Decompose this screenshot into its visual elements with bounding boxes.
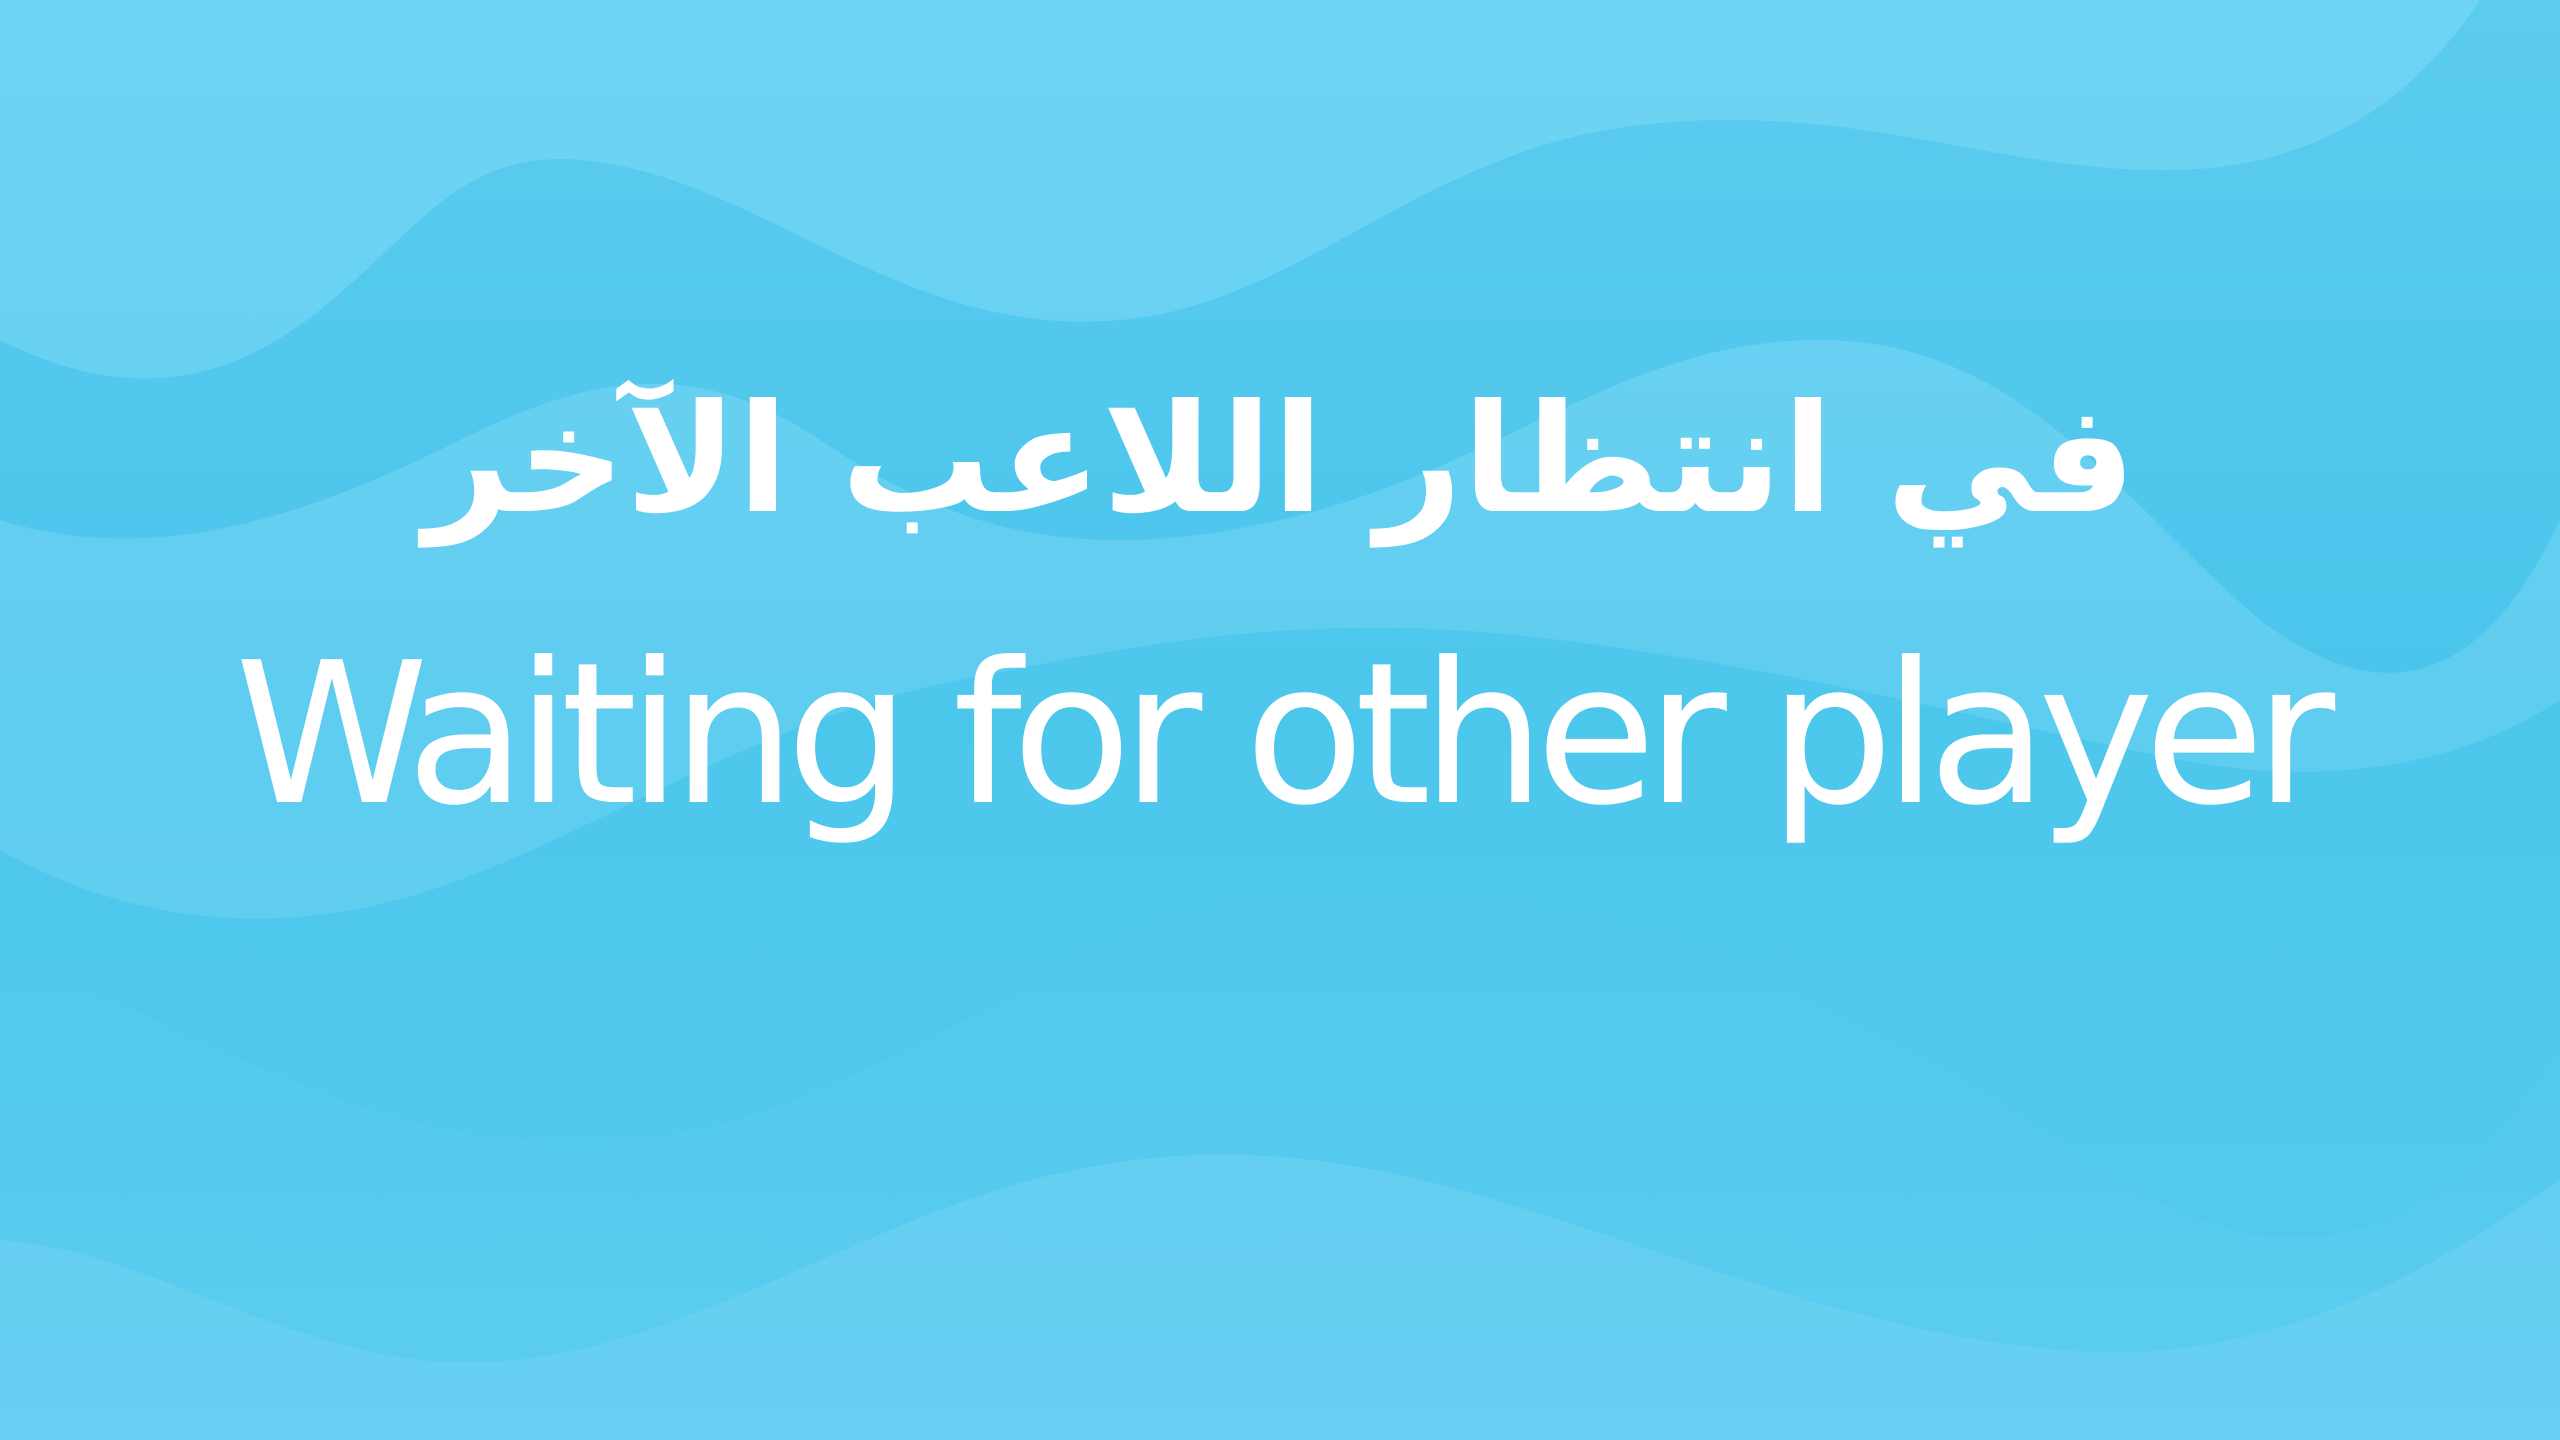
waiting-message-arabic: في انتظار اللاعب الآخر: [424, 373, 2136, 547]
waiting-screen: في انتظار اللاعب الآخر Waiting for other…: [0, 0, 2560, 1440]
waiting-message-english: Waiting for other player: [234, 621, 2335, 849]
